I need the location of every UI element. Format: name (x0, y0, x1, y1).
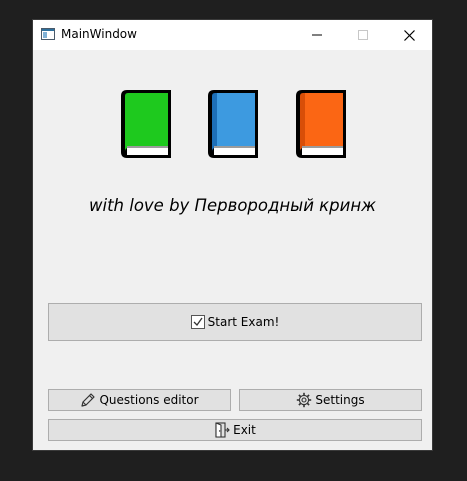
main-window: MainWindow with love by Первородный крин… (33, 20, 432, 450)
questions-editor-button[interactable]: Questions editor (48, 389, 231, 411)
start-exam-label: Start Exam! (207, 315, 280, 329)
maximize-button[interactable] (340, 20, 386, 50)
exit-label: Exit (233, 423, 256, 437)
blue-book-icon (208, 90, 258, 158)
pencil-icon (81, 393, 96, 407)
tagline-text: with love by Первородный кринж (88, 196, 376, 215)
app-icon (41, 28, 55, 40)
exit-door-icon (215, 422, 230, 438)
settings-label: Settings (315, 393, 365, 407)
close-button[interactable] (386, 20, 432, 50)
questions-editor-label: Questions editor (99, 393, 199, 407)
maximize-icon (358, 30, 368, 40)
window-title: MainWindow (61, 27, 137, 41)
exit-button[interactable]: Exit (48, 419, 422, 441)
minimize-button[interactable] (294, 20, 340, 50)
minimize-icon (312, 34, 322, 36)
orange-book-icon (296, 90, 346, 158)
close-icon (403, 29, 415, 41)
gear-icon (297, 392, 312, 408)
green-book-icon (121, 90, 171, 158)
start-exam-button[interactable]: Start Exam! (48, 303, 422, 341)
title-bar[interactable]: MainWindow (33, 20, 432, 50)
books-row (33, 90, 432, 160)
checkbox-icon (190, 315, 205, 329)
settings-button[interactable]: Settings (239, 389, 422, 411)
